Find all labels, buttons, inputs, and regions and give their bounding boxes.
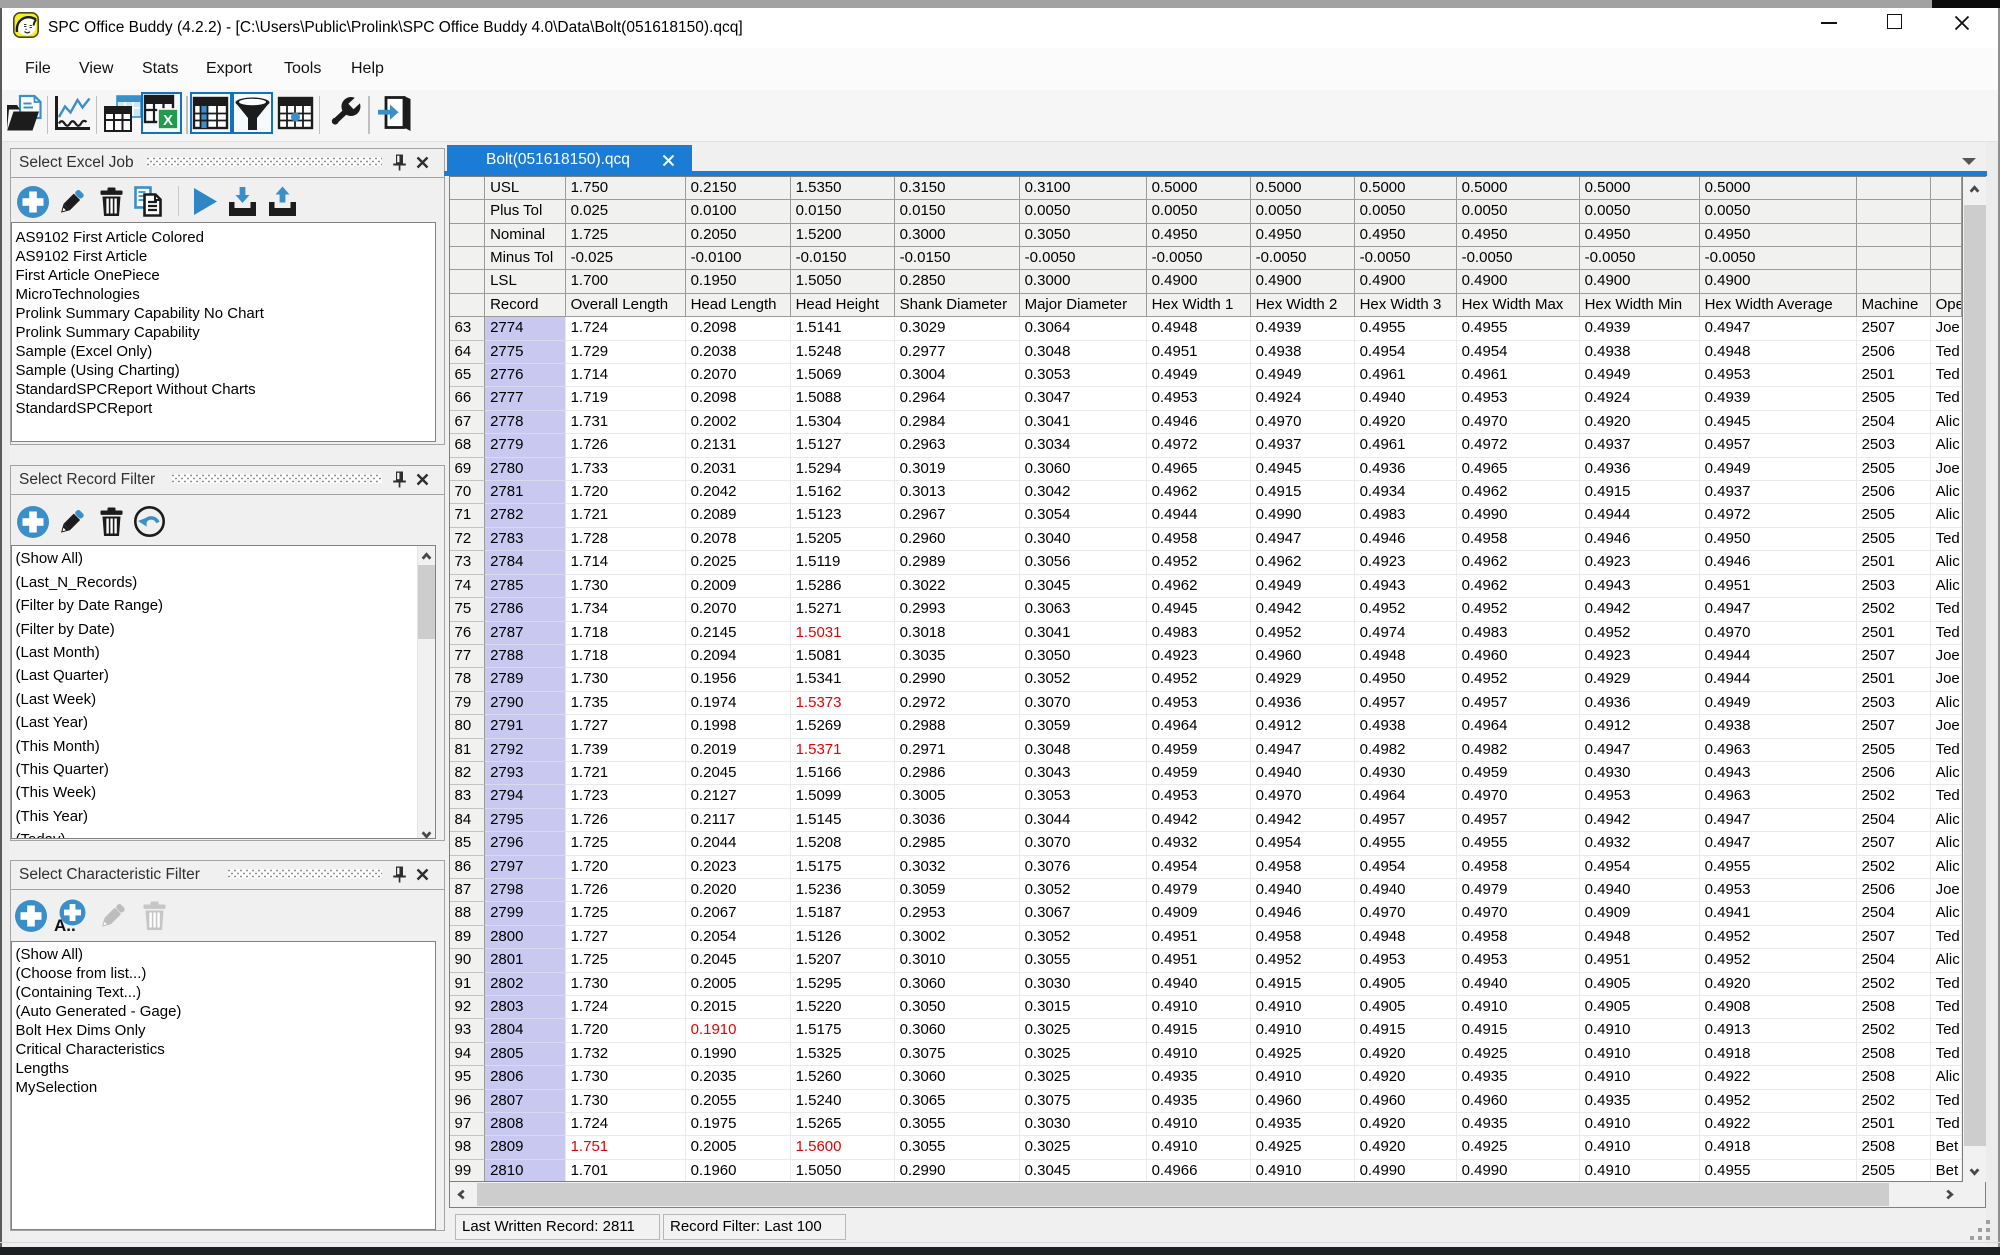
svg-text:X: X bbox=[163, 112, 173, 129]
svg-text:A..: A.. bbox=[54, 916, 76, 933]
